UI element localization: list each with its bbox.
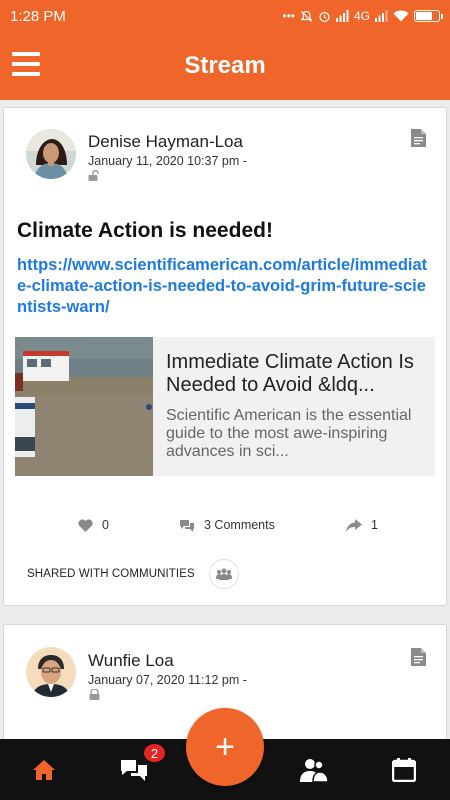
unlock-icon [88, 170, 99, 181]
status-bar: 1:28 PM ••• 4G [0, 0, 450, 32]
wifi-icon [393, 10, 409, 22]
share-button[interactable]: 1 [346, 518, 378, 532]
avatar[interactable] [26, 647, 76, 697]
alarm-icon [319, 11, 330, 22]
post-date: January 11, 2020 10:37 pm - [88, 154, 247, 168]
post-card: Denise Hayman-Loa January 11, 2020 10:37… [3, 107, 447, 606]
post-author[interactable]: Denise Hayman-Loa [88, 132, 243, 152]
post-actions: 0 3 Comments 1 [4, 518, 448, 538]
hamburger-menu-icon[interactable] [12, 52, 40, 76]
share-count: 1 [371, 518, 378, 532]
post-title: Climate Action is needed! [17, 219, 273, 242]
status-icons: ••• 4G [282, 9, 443, 23]
shared-with-label: SHARED WITH COMMUNITIES [27, 568, 195, 580]
share-icon [346, 518, 362, 532]
signal-icon-2 [375, 10, 388, 22]
communities-icon[interactable] [209, 559, 239, 589]
more-dots-icon: ••• [282, 9, 295, 23]
preview-image [15, 337, 153, 476]
comments-button[interactable]: 3 Comments [179, 518, 275, 532]
people-icon [300, 758, 328, 782]
calendar-icon [392, 757, 416, 782]
heart-icon [78, 518, 93, 532]
app-bar: Stream [0, 32, 450, 100]
home-icon [33, 759, 55, 780]
like-count: 0 [102, 518, 109, 532]
lock-icon [89, 689, 100, 700]
battery-icon [414, 10, 443, 22]
preview-title: Immediate Climate Action Is Needed to Av… [166, 351, 414, 396]
avatar[interactable] [26, 129, 76, 179]
chat-icon [121, 759, 147, 781]
nav-home[interactable] [14, 739, 74, 800]
post-date: January 07, 2020 11:12 pm - [88, 673, 247, 687]
status-time: 1:28 PM [10, 7, 66, 25]
document-icon[interactable] [411, 129, 426, 147]
post-author[interactable]: Wunfie Loa [88, 651, 174, 671]
network-type: 4G [353, 9, 370, 23]
nav-contacts[interactable] [284, 739, 344, 800]
preview-description: Scientific American is the essential gui… [166, 407, 412, 460]
comment-icon [180, 519, 194, 532]
nav-calendar[interactable] [374, 739, 434, 800]
messages-badge: 2 [143, 743, 166, 763]
post-link[interactable]: https://www.scientificamerican.com/artic… [17, 255, 435, 318]
create-post-button[interactable]: + [186, 708, 264, 786]
mute-bell-icon [300, 10, 313, 22]
document-icon[interactable] [411, 648, 426, 666]
signal-icon [335, 10, 349, 22]
link-preview-card[interactable]: Immediate Climate Action Is Needed to Av… [15, 337, 435, 476]
comment-count: 3 Comments [204, 518, 275, 532]
like-button[interactable]: 0 [78, 518, 109, 532]
page-title: Stream [184, 52, 266, 79]
battery-level [416, 12, 432, 20]
